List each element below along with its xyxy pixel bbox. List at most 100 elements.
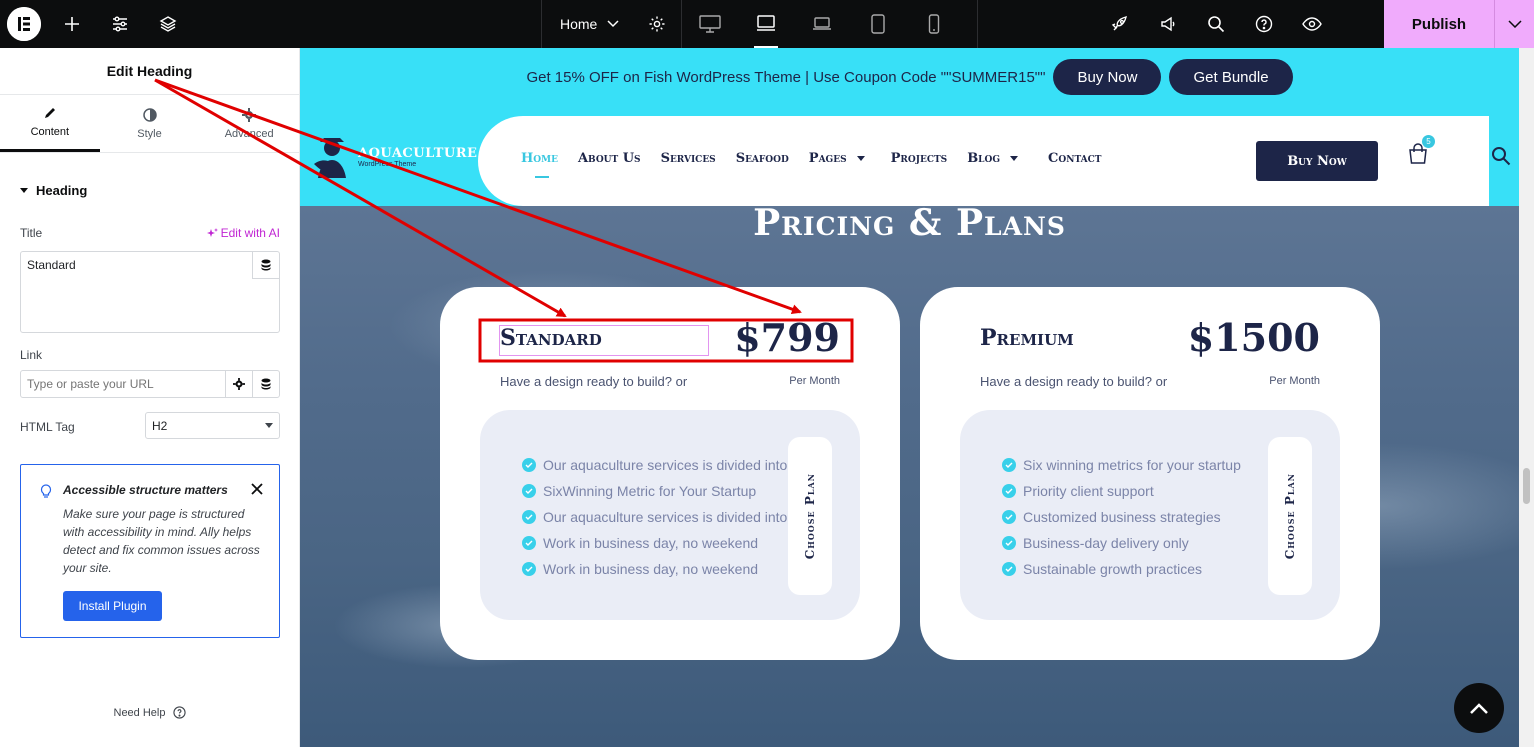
notice-title: Accessible structure matters <box>63 483 228 497</box>
plan-name[interactable]: Premium <box>980 325 1074 351</box>
logo-name: AQUACULTURE <box>358 146 478 161</box>
edit-with-ai-link[interactable]: Edit with AI <box>206 226 280 240</box>
link-options-gear-icon[interactable] <box>225 371 252 397</box>
feature-text: Six winning metrics for your startup <box>1023 457 1241 473</box>
check-circle-icon <box>522 536 536 550</box>
tablet-view-icon[interactable] <box>850 0 906 48</box>
laptop-view-icon[interactable] <box>738 0 794 48</box>
preview-eye-icon[interactable] <box>1288 0 1336 48</box>
nav-card: Home About Us Services Seafood Pages Pro… <box>478 116 1489 206</box>
help-circle-icon <box>173 706 187 719</box>
promo-get-bundle-button[interactable]: Get Bundle <box>1169 59 1293 95</box>
nav-about[interactable]: About Us <box>578 151 641 166</box>
site-settings-icon[interactable] <box>96 0 144 48</box>
scroll-to-top-button[interactable] <box>1454 683 1504 733</box>
tab-style[interactable]: Style <box>100 95 200 152</box>
nav-pages[interactable]: Pages <box>809 151 865 166</box>
site-search-icon[interactable] <box>1491 146 1511 171</box>
link-url-field <box>20 370 280 398</box>
section-heading-label: Heading <box>36 183 88 198</box>
check-circle-icon <box>1002 458 1016 472</box>
title-textarea-value: Standard <box>27 258 76 272</box>
announcement-icon[interactable] <box>1144 0 1192 48</box>
close-icon[interactable] <box>251 483 263 495</box>
page-settings-icon[interactable] <box>633 0 681 48</box>
nav-home[interactable]: Home <box>521 151 558 178</box>
list-item: Our aquaculture services is divided into <box>522 504 787 530</box>
list-item: Customized business strategies <box>1002 504 1241 530</box>
editor-panel: Edit Heading Content Style Advanced Head… <box>0 48 300 747</box>
publish-options-chevron-icon[interactable] <box>1494 0 1534 48</box>
tab-content[interactable]: Content <box>0 95 100 152</box>
caret-down-icon <box>856 156 865 161</box>
feature-text: Work in business day, no weekend <box>543 535 759 551</box>
nav-projects[interactable]: Projects <box>891 151 948 166</box>
check-circle-icon <box>1002 484 1016 498</box>
choose-plan-button[interactable]: Choose Plan <box>788 437 832 595</box>
tab-advanced[interactable]: Advanced <box>199 95 299 152</box>
contrast-icon <box>142 107 157 122</box>
preview-canvas: Get 15% OFF on Fish WordPress Theme | Us… <box>300 48 1519 747</box>
check-circle-icon <box>522 458 536 472</box>
link-dynamic-database-icon[interactable] <box>252 371 279 397</box>
canvas-scrollbar[interactable] <box>1519 48 1534 747</box>
sparkle-icon <box>206 227 218 237</box>
desktop-view-icon[interactable] <box>682 0 738 48</box>
install-plugin-button[interactable]: Install Plugin <box>63 591 162 621</box>
site-logo[interactable]: AQUACULTURE WordPress Theme <box>312 134 477 180</box>
add-element-icon[interactable] <box>48 0 96 48</box>
mobile-view-icon[interactable] <box>906 0 962 48</box>
dynamic-tags-database-icon[interactable] <box>252 252 279 279</box>
plan-name[interactable]: Standard <box>500 325 602 351</box>
nav-services[interactable]: Services <box>661 151 716 166</box>
nav-seafood[interactable]: Seafood <box>736 151 789 166</box>
link-label: Link <box>20 348 43 362</box>
search-icon[interactable] <box>1192 0 1240 48</box>
section-heading-toggle[interactable]: Heading <box>0 153 299 198</box>
list-item: SixWinning Metric for Your Startup <box>522 478 787 504</box>
html-tag-value: H2 <box>152 418 168 433</box>
feature-text: Sustainable growth practices <box>1023 561 1202 577</box>
scrollbar-thumb[interactable] <box>1523 468 1530 504</box>
caret-down-icon <box>20 187 28 193</box>
notice-body: Make sure your page is structured with a… <box>63 507 260 575</box>
cart-icon[interactable]: 5 <box>1408 135 1435 170</box>
features-box: Six winning metrics for your startup Pri… <box>960 410 1340 620</box>
tab-label: Content <box>30 126 70 138</box>
publish-group: Publish <box>1384 0 1534 48</box>
plan-period: Per Month <box>789 375 840 387</box>
feature-text: Our aquaculture services is divided into <box>543 509 788 525</box>
tablet-landscape-view-icon[interactable] <box>794 0 850 48</box>
features-list: Six winning metrics for your startup Pri… <box>1002 452 1241 582</box>
link-url-input[interactable] <box>21 371 225 397</box>
pricing-card-standard: Standard $799 Have a design ready to bui… <box>440 287 900 660</box>
link-control-label-row: Link <box>20 346 280 364</box>
help-icon[interactable] <box>1240 0 1288 48</box>
elementor-logo-icon[interactable] <box>7 7 41 41</box>
nav-contact[interactable]: Contact <box>1048 151 1101 166</box>
need-help-link[interactable]: Need Help <box>0 706 300 719</box>
promo-buy-now-button[interactable]: Buy Now <box>1053 59 1162 95</box>
title-textarea[interactable]: Standard <box>20 251 280 333</box>
tab-label: Style <box>137 127 162 140</box>
feature-text: Work in business day, no weekend <box>543 561 759 577</box>
choose-plan-button[interactable]: Choose Plan <box>1268 437 1312 595</box>
html-tag-label: HTML Tag <box>20 420 75 434</box>
page-selector[interactable]: Home <box>542 16 633 32</box>
topbar-divider <box>977 0 979 48</box>
main-nav: Home About Us Services Seafood Pages Pro… <box>521 151 1122 178</box>
list-item: Sustainable growth practices <box>1002 556 1241 582</box>
accessibility-notice: Accessible structure matters Make sure y… <box>20 464 280 638</box>
list-item: Work in business day, no weekend <box>522 530 787 556</box>
list-item: Work in business day, no weekend <box>522 556 787 582</box>
caret-down-icon <box>265 423 273 428</box>
nav-blog[interactable]: Blog <box>967 151 1019 166</box>
rocket-icon[interactable] <box>1096 0 1144 48</box>
editor-topbar: Home Publish <box>0 0 1534 48</box>
lightbulb-icon <box>40 484 52 498</box>
structure-layers-icon[interactable] <box>144 0 192 48</box>
header-buy-now-button[interactable]: Buy Now <box>1256 141 1378 181</box>
publish-button[interactable]: Publish <box>1384 0 1494 48</box>
html-tag-select[interactable]: H2 <box>145 412 280 439</box>
gear-icon <box>242 107 257 122</box>
